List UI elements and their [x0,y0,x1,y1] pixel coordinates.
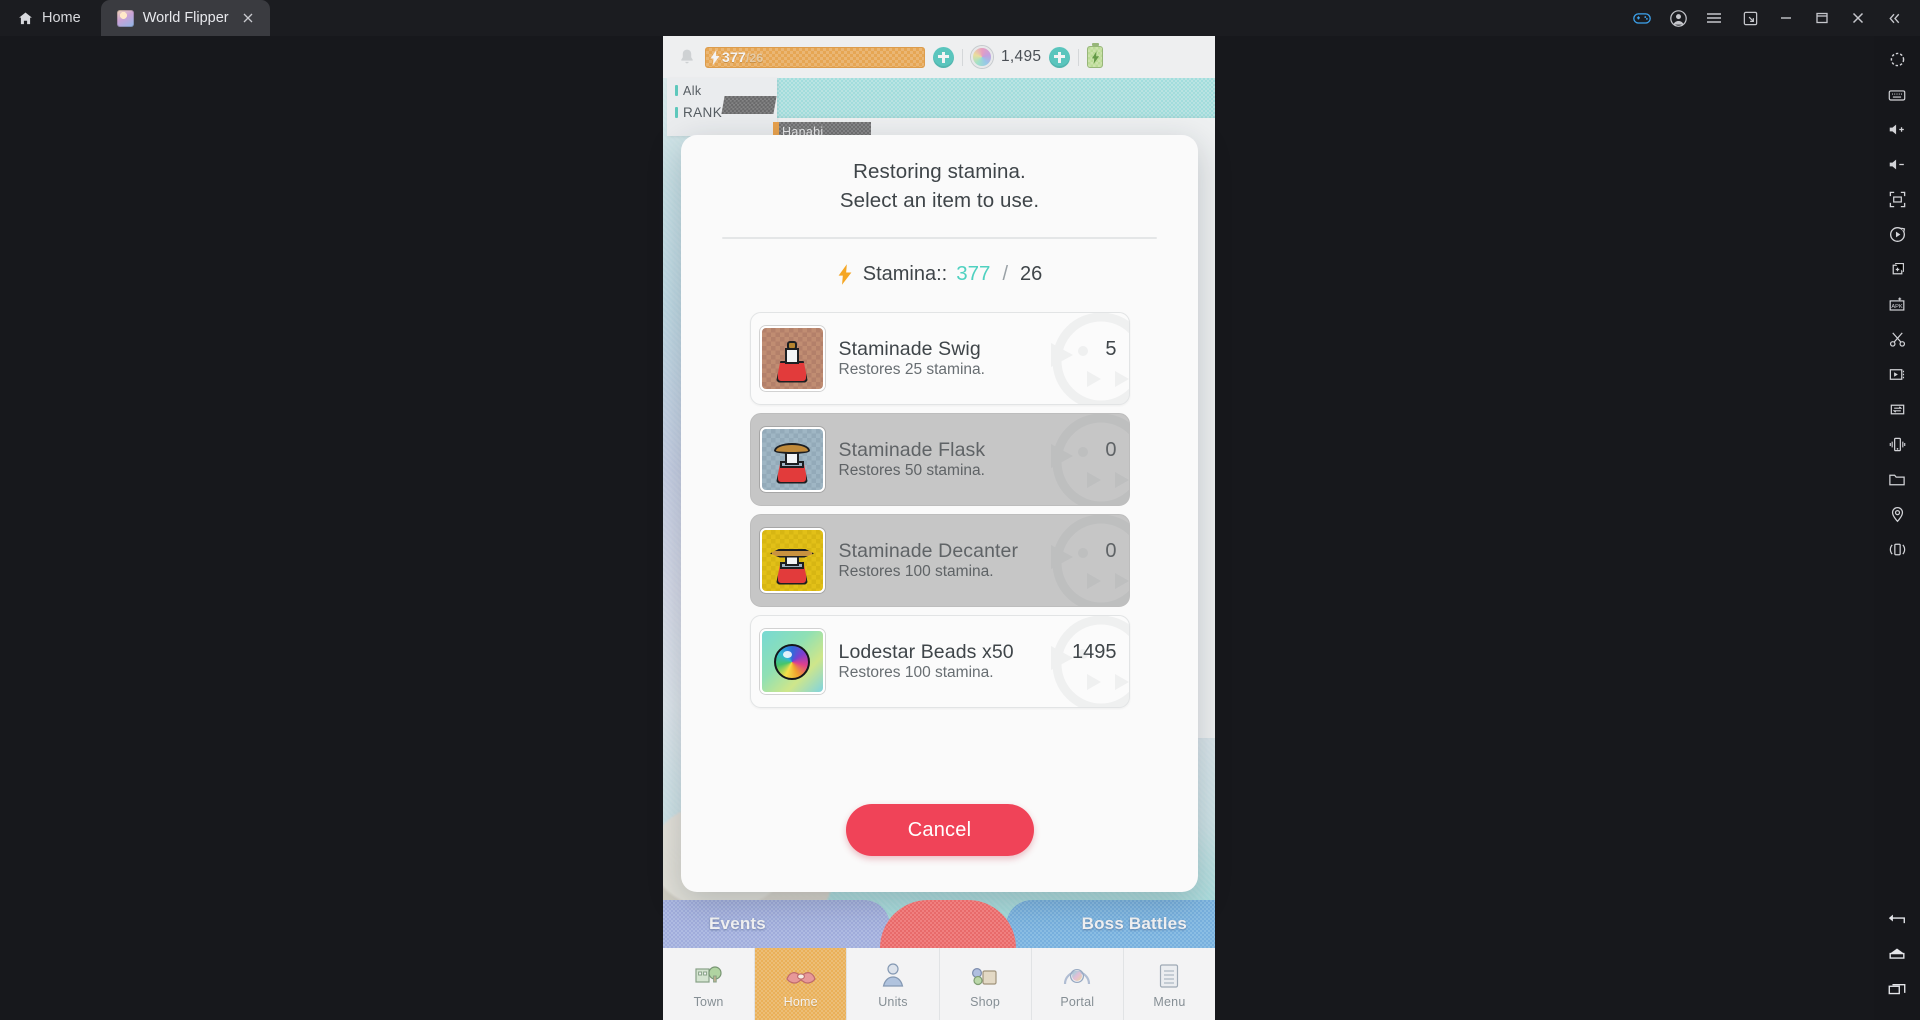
home-tab[interactable]: Home [0,0,101,36]
dialog-stamina-label: Stamina:: [862,262,948,285]
folder-icon[interactable] [1877,462,1917,497]
back-icon[interactable] [1877,901,1917,936]
item-name: Staminade Decanter [838,540,1019,562]
stamina-restore-dialog: Restoring stamina. Select an item to use… [681,135,1198,892]
item-name: Staminade Swig [838,338,981,360]
dialog-stamina-max: 26 [1020,262,1043,285]
operation-settings-icon[interactable] [1877,42,1917,77]
app-tab-world-flipper[interactable]: World Flipper [100,0,270,36]
rotate-icon[interactable] [1877,532,1917,567]
resize-icon[interactable] [1732,0,1768,36]
collapse-sidebar-icon[interactable] [1876,0,1912,36]
close-icon[interactable] [1840,0,1876,36]
shake-icon[interactable] [1877,427,1917,462]
window-controls [1624,0,1920,36]
bolt-icon [837,263,854,285]
close-icon[interactable] [238,8,258,28]
install-apk-icon[interactable]: APK [1877,287,1917,322]
house-icon [18,11,33,26]
maximize-icon[interactable] [1804,0,1840,36]
dialog-stamina-summary: Stamina:: 377 / 26 [837,262,1043,286]
app-tab-label: World Flipper [142,10,229,26]
emulator-window: Home World Flipper APK 377/26 1,495 Alk … [0,0,1920,1020]
fullscreen-icon[interactable] [1877,182,1917,217]
multi-instance-icon[interactable] [1877,252,1917,287]
dialog-stamina-current: 377 [956,262,991,285]
item-description: Restores 100 stamina. [838,664,994,681]
item-name: Staminade Flask [838,439,986,461]
staminade-swig-icon [759,326,825,391]
lodestar-beads-icon [759,629,825,694]
gamepad-icon[interactable] [1624,0,1660,36]
item-row-lodestar-beads[interactable]: Lodestar Beads x50 1495 Restores 100 sta… [749,615,1130,708]
keyboard-icon[interactable] [1877,77,1917,112]
dialog-stamina-slash: / [1002,262,1008,285]
account-icon[interactable] [1660,0,1696,36]
title-bar: Home World Flipper [0,0,1920,36]
item-quantity: 5 [1105,338,1117,360]
titlebar-spacer [270,0,1624,36]
dialog-actions: Cancel [845,804,1034,856]
tool-sidebar: APK [1874,36,1920,1020]
dialog-title-line-1: Restoring stamina. [853,160,1026,183]
item-row-staminade-flask[interactable]: Staminade Flask 0 Restores 50 stamina. [749,413,1130,506]
volume-down-icon[interactable] [1877,147,1917,182]
home-tab-label: Home [42,10,81,26]
svg-text:APK: APK [1891,304,1903,310]
cancel-button[interactable]: Cancel [845,804,1034,856]
dialog-divider [722,237,1157,239]
item-row-staminade-swig[interactable]: Staminade Swig 5 Restores 25 stamina. [749,312,1130,405]
item-description: Restores 25 stamina. [838,361,985,378]
scissors-icon[interactable] [1877,322,1917,357]
menu-icon[interactable] [1696,0,1732,36]
stamina-item-list: Staminade Swig 5 Restores 25 stamina. St… [749,312,1130,708]
minimize-icon[interactable] [1768,0,1804,36]
app-icon [116,9,134,27]
item-row-staminade-decanter[interactable]: Staminade Decanter 0 Restores 100 stamin… [749,514,1130,607]
staminade-decanter-icon [759,528,825,593]
home-icon[interactable] [1877,936,1917,971]
macro-record-icon[interactable] [1877,217,1917,252]
copy-paste-icon[interactable] [1877,392,1917,427]
item-quantity: 1495 [1072,641,1117,663]
item-quantity: 0 [1105,540,1117,562]
recents-icon[interactable] [1877,971,1917,1006]
location-icon[interactable] [1877,497,1917,532]
item-description: Restores 100 stamina. [838,563,994,580]
volume-up-icon[interactable] [1877,112,1917,147]
staminade-flask-icon [759,427,825,492]
item-name: Lodestar Beads x50 [838,641,1014,663]
screen-record-icon[interactable] [1877,357,1917,392]
item-quantity: 0 [1105,439,1117,461]
dialog-title-line-2: Select an item to use. [839,189,1040,212]
item-description: Restores 50 stamina. [838,462,985,479]
